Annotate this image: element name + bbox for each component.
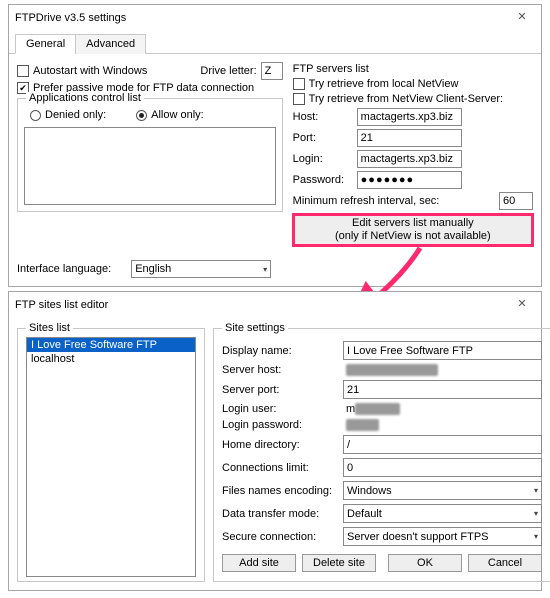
close-icon[interactable]: ✕ <box>509 9 535 27</box>
apps-control-legend: Applications control list <box>26 92 144 104</box>
tab-general[interactable]: General <box>15 34 76 54</box>
list-item[interactable]: I Love Free Software FTP <box>27 338 195 352</box>
server-host-label: Server host: <box>222 364 337 376</box>
edit-servers-line2: (only if NetView is not available) <box>298 230 528 243</box>
chevron-down-icon: ▾ <box>534 509 538 518</box>
refresh-input[interactable] <box>499 192 533 210</box>
secure-label: Secure connection: <box>222 531 337 543</box>
login-user-label: Login user: <box>222 403 337 415</box>
home-dir-label: Home directory: <box>222 439 337 451</box>
list-item[interactable]: localhost <box>27 352 195 366</box>
port-input[interactable] <box>357 129 462 147</box>
sites-listbox[interactable]: I Love Free Software FTP localhost <box>26 337 196 577</box>
apps-control-group: Applications control list Denied only: A… <box>17 98 283 212</box>
transfer-value: Default <box>347 508 382 520</box>
sites-list-legend: Sites list <box>26 322 73 334</box>
display-name-label: Display name: <box>222 345 337 357</box>
drive-letter-input[interactable] <box>261 62 283 80</box>
display-name-input[interactable] <box>343 341 542 360</box>
host-input[interactable] <box>357 108 462 126</box>
try-local-label: Try retrieve from local NetView <box>309 78 459 90</box>
home-dir-input[interactable] <box>343 435 542 454</box>
server-host-input[interactable]: mactagerts.xp3.biz <box>343 364 542 376</box>
language-value: English <box>135 263 171 275</box>
chevron-down-icon: ▾ <box>534 486 538 495</box>
login-password-input[interactable]: ●●●●● <box>343 419 542 431</box>
tabs: General Advanced <box>9 33 541 54</box>
chevron-down-icon: ▾ <box>534 532 538 541</box>
server-port-input[interactable] <box>343 380 542 399</box>
allow-label: Allow only: <box>151 109 204 121</box>
refresh-label: Minimum refresh interval, sec: <box>293 195 495 207</box>
port-label: Port: <box>293 132 353 144</box>
sites-list-group: Sites list I Love Free Software FTP loca… <box>17 328 205 582</box>
secure-value: Server doesn't support FTPS <box>347 531 489 543</box>
login-label: Login: <box>293 153 353 165</box>
cancel-button[interactable]: Cancel <box>468 554 542 572</box>
editor-title: FTP sites list editor <box>15 299 108 311</box>
enc-value: Windows <box>347 485 392 497</box>
try-local-checkbox[interactable] <box>293 78 305 90</box>
try-cs-checkbox[interactable] <box>293 93 305 105</box>
login-password-label: Login password: <box>222 419 337 431</box>
try-cs-label: Try retrieve from NetView Client-Server: <box>309 93 503 105</box>
language-combo[interactable]: English ▾ <box>131 260 271 278</box>
autostart-label: Autostart with Windows <box>33 65 147 77</box>
settings-titlebar: FTPDrive v3.5 settings ✕ <box>9 5 541 31</box>
language-label: Interface language: <box>17 263 111 275</box>
settings-window: FTPDrive v3.5 settings ✕ General Advance… <box>8 4 542 287</box>
server-port-label: Server port: <box>222 384 337 396</box>
secure-combo[interactable]: Server doesn't support FTPS ▾ <box>343 527 542 546</box>
editor-window: FTP sites list editor ✕ Sites list I Lov… <box>8 291 542 591</box>
close-icon[interactable]: ✕ <box>509 296 535 314</box>
drive-letter-label: Drive letter: <box>200 65 256 77</box>
allow-radio[interactable] <box>136 110 147 121</box>
password-label: Password: <box>293 174 353 186</box>
ftp-legend: FTP servers list <box>293 63 369 75</box>
apps-control-textarea[interactable] <box>24 127 276 205</box>
editor-titlebar: FTP sites list editor ✕ <box>9 292 541 318</box>
chevron-down-icon: ▾ <box>263 265 267 274</box>
tab-advanced[interactable]: Advanced <box>75 34 146 54</box>
transfer-label: Data transfer mode: <box>222 508 337 520</box>
add-site-button[interactable]: Add site <box>222 554 296 572</box>
autostart-checkbox[interactable] <box>17 65 29 77</box>
enc-label: Files names encoding: <box>222 485 337 497</box>
login-input[interactable] <box>357 150 462 168</box>
settings-title: FTPDrive v3.5 settings <box>15 12 126 24</box>
conn-limit-label: Connections limit: <box>222 462 337 474</box>
edit-servers-line1: Edit servers list manually <box>298 217 528 230</box>
delete-site-button[interactable]: Delete site <box>302 554 376 572</box>
site-settings-group: Site settings Display name: Server host:… <box>213 328 550 582</box>
ok-button[interactable]: OK <box>388 554 462 572</box>
site-settings-legend: Site settings <box>222 322 288 334</box>
transfer-combo[interactable]: Default ▾ <box>343 504 542 523</box>
password-input[interactable] <box>357 171 462 189</box>
denied-label: Denied only: <box>45 109 106 121</box>
login-user-input[interactable]: mactagerts <box>343 403 542 415</box>
denied-radio[interactable] <box>30 110 41 121</box>
enc-combo[interactable]: Windows ▾ <box>343 481 542 500</box>
edit-servers-button[interactable]: Edit servers list manually (only if NetV… <box>293 214 533 246</box>
conn-limit-input[interactable] <box>343 458 542 477</box>
host-label: Host: <box>293 111 353 123</box>
